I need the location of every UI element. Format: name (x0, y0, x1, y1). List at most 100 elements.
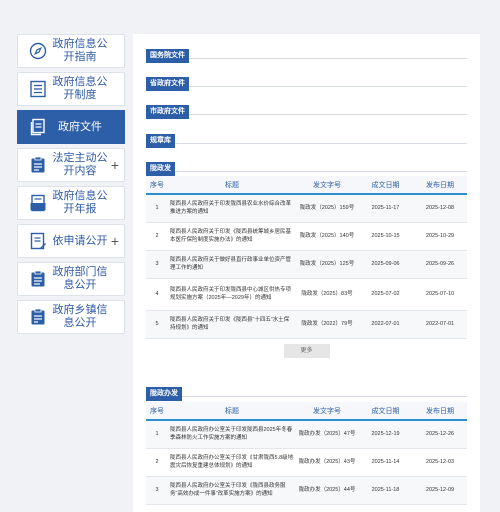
column-header: 发布日期 (413, 402, 467, 421)
table-row[interactable]: 1 陇西县人民政府办公室关于印发陇西县2025年冬春季森林防火工作实施方案的通知… (146, 420, 467, 449)
column-header: 成文日期 (358, 176, 413, 195)
written-date: 2025-11-17 (358, 194, 413, 223)
category-state-council: 国务院文件 (146, 44, 467, 63)
published-date: 2025-10-29 (413, 222, 467, 251)
document-title-link[interactable]: 陇西县人民政府办公室关于印发《甘肃陇西5.8级地震灾后恢复重建总体规划》的通知 (168, 448, 296, 477)
row-number: 3 (146, 476, 168, 505)
sidebar-item-statutory-disclosure[interactable]: 法定主动公开内容 + (17, 148, 125, 182)
document-title-link[interactable]: 陇西县人民政府关于印发《陇西县“十四五”水土保持规划》的通知 (168, 310, 296, 339)
sidebar-item-on-application[interactable]: 依申请公开 + (17, 224, 125, 258)
documents-table: 序号 标题 发文字号 成文日期 发布日期 1 陇西县人民政府办公室关于印发陇西县… (146, 402, 467, 505)
published-date: 2025-12-03 (413, 448, 467, 477)
department-doc-icon (24, 270, 52, 288)
table-row[interactable]: 1 陇西县人民政府关于印发陇西县农业水价综合改革推进方案的通知 陇政发（2025… (146, 194, 467, 223)
township-doc-icon (24, 308, 52, 326)
document-number: 陇政发（2025）159号 (296, 194, 358, 223)
column-header: 发文字号 (296, 402, 358, 421)
expand-icon[interactable]: + (111, 158, 119, 172)
written-date: 2025-07-02 (358, 278, 413, 311)
sidebar-item-guide[interactable]: 政府信息公开指南 (17, 34, 125, 68)
report-icon (24, 194, 52, 212)
sidebar-item-government-documents[interactable]: 政府文件 (17, 110, 125, 144)
table-row[interactable]: 5 陇西县人民政府关于印发《陇西县“十四五”水土保持规划》的通知 陇政发（202… (146, 310, 467, 339)
sidebar-item-label: 政府信息公开年报 (52, 190, 108, 215)
published-date: 2025-12-08 (413, 194, 467, 223)
row-number: 2 (146, 448, 168, 477)
table-row[interactable]: 3 陇西县人民政府办公室关于印发《陇西县政务服务“高效办成一件事”改革实施方案》… (146, 476, 467, 505)
document-number: 陇政办发（2025）47号 (296, 420, 358, 449)
row-number: 1 (146, 420, 168, 449)
list-document-icon (24, 80, 52, 98)
sidebar: 政府信息公开指南 政府信息公开制度 政府文件 法定主动公开内容 + 政府信息公开… (17, 34, 125, 338)
published-date: 2025-09-26 (413, 250, 467, 279)
category-tag[interactable]: 规章库 (146, 134, 175, 148)
sidebar-item-system[interactable]: 政府信息公开制度 (17, 72, 125, 106)
table-row[interactable]: 3 陇西县人民政府关于做好县直行政事业单位资产管理工作的通知 陇政发（2025）… (146, 250, 467, 279)
sidebar-item-label: 政府文件 (58, 120, 102, 133)
sidebar-item-label: 政府信息公开制度 (52, 76, 108, 101)
row-number: 5 (146, 310, 168, 339)
column-header: 标题 (168, 176, 296, 195)
column-header: 序号 (146, 402, 168, 421)
written-date: 2025-11-18 (358, 476, 413, 505)
document-title-link[interactable]: 陇西县人民政府关于印发陇西县农业水价综合改革推进方案的通知 (168, 194, 296, 223)
row-number: 2 (146, 222, 168, 251)
written-date: 2022-07-01 (358, 310, 413, 339)
row-number: 4 (146, 278, 168, 311)
sidebar-item-label: 依申请公开 (52, 234, 108, 247)
document-title-link[interactable]: 陇西县人民政府关于印发《陇西县统筹城乡居民基本医疗保险制度实施办法》的通知 (168, 222, 296, 251)
sidebar-item-label: 政府信息公开指南 (52, 38, 108, 63)
documents-table: 序号 标题 发文字号 成文日期 发布日期 1 陇西县人民政府关于印发陇西县农业水… (146, 176, 467, 339)
document-number: 陇政办发（2025）44号 (296, 476, 358, 505)
main-panel: 国务院文件 省政府文件 市政府文件 规章库 陇政发 序号 标题 发文字号 成文日… (133, 34, 480, 512)
document-title-link[interactable]: 陇西县人民政府关于印发陇西县中心城区供热专项规划实施方案（2025年—2029年… (168, 278, 296, 311)
published-date: 2025-12-26 (413, 420, 467, 449)
table-row[interactable]: 2 陇西县人民政府办公室关于印发《甘肃陇西5.8级地震灾后恢复重建总体规划》的通… (146, 448, 467, 477)
clipboard-icon (24, 156, 52, 174)
section-tag[interactable]: 陇政发 (146, 162, 175, 176)
page: 政府信息公开指南 政府信息公开制度 政府文件 法定主动公开内容 + 政府信息公开… (0, 0, 500, 512)
written-date: 2025-10-15 (358, 222, 413, 251)
published-date: 2025-07-10 (413, 278, 467, 311)
sidebar-item-label: 政府部门信息公开 (52, 266, 108, 291)
column-header: 标题 (168, 402, 296, 421)
column-header: 发布日期 (413, 176, 467, 195)
row-number: 3 (146, 250, 168, 279)
document-title-link[interactable]: 陇西县人民政府办公室关于印发《陇西县政务服务“高效办成一件事”改革实施方案》的通… (168, 476, 296, 505)
column-header: 发文字号 (296, 176, 358, 195)
category-tag[interactable]: 市政府文件 (146, 105, 189, 119)
sidebar-item-department-disclosure[interactable]: 政府部门信息公开 (17, 262, 125, 296)
document-number: 陇政发（2025）140号 (296, 222, 358, 251)
category-provincial: 省政府文件 (146, 72, 467, 91)
table-row[interactable]: 4 陇西县人民政府关于印发陇西县中心城区供热专项规划实施方案（2025年—202… (146, 278, 467, 311)
document-title-link[interactable]: 陇西县人民政府办公室关于印发陇西县2025年冬春季森林防火工作实施方案的通知 (168, 420, 296, 449)
written-date: 2025-12-19 (358, 420, 413, 449)
compass-icon (24, 42, 52, 60)
more-button[interactable]: 更多 (283, 343, 330, 358)
published-date: 2025-12-09 (413, 476, 467, 505)
sidebar-item-label: 法定主动公开内容 (52, 152, 108, 177)
category-municipal: 市政府文件 (146, 100, 467, 119)
section-county-government: 陇政发 序号 标题 发文字号 成文日期 发布日期 1 陇西县人民政府关于印发陇西… (146, 157, 467, 358)
category-tag[interactable]: 省政府文件 (146, 77, 189, 91)
row-number: 1 (146, 194, 168, 223)
sidebar-item-annual-report[interactable]: 政府信息公开年报 (17, 186, 125, 220)
expand-icon[interactable]: + (111, 234, 119, 248)
application-form-icon (24, 232, 52, 250)
published-date: 2022-07-01 (413, 310, 467, 339)
table-row[interactable]: 2 陇西县人民政府关于印发《陇西县统筹城乡居民基本医疗保险制度实施办法》的通知 … (146, 222, 467, 251)
category-regulations: 规章库 (146, 129, 467, 148)
file-stack-icon (24, 118, 52, 136)
document-number: 陇政办发（2025）43号 (296, 448, 358, 477)
section-county-office: 陇政办发 序号 标题 发文字号 成文日期 发布日期 1 陇西县人民政府办公室关于… (146, 382, 467, 505)
section-tag[interactable]: 陇政办发 (146, 387, 182, 401)
sidebar-item-township-disclosure[interactable]: 政府乡镇信息公开 (17, 300, 125, 334)
written-date: 2025-11-14 (358, 448, 413, 477)
document-number: 陇政发（2022）79号 (296, 310, 358, 339)
document-number: 陇政发（2025）83号 (296, 278, 358, 311)
category-tag[interactable]: 国务院文件 (146, 49, 189, 63)
column-header: 成文日期 (358, 402, 413, 421)
column-header: 序号 (146, 176, 168, 195)
document-title-link[interactable]: 陇西县人民政府关于做好县直行政事业单位资产管理工作的通知 (168, 250, 296, 279)
written-date: 2025-09-06 (358, 250, 413, 279)
